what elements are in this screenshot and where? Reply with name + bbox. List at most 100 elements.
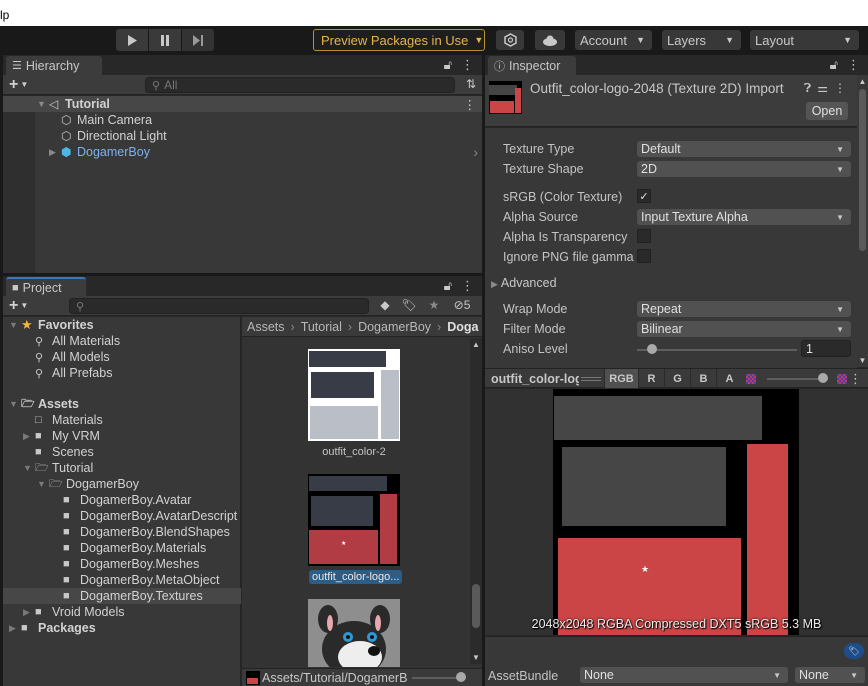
folder-dogamerboy-avatar[interactable]: ■ DogamerBoy.Avatar: [63, 492, 191, 508]
inspector-scrollbar[interactable]: ▲ ▼: [857, 75, 868, 367]
channel-a-button[interactable]: A: [716, 369, 742, 388]
create-button[interactable]: + ▼: [9, 76, 28, 94]
channel-g-button[interactable]: G: [664, 369, 690, 388]
layers-dropdown[interactable]: Layers ▼: [662, 30, 741, 50]
collapsed-triangle-icon[interactable]: ▶: [23, 607, 35, 618]
step-button[interactable]: [182, 29, 214, 51]
drag-handle-icon[interactable]: [581, 377, 601, 381]
expanded-triangle-icon[interactable]: ▼: [37, 99, 49, 109]
project-search[interactable]: ⚲: [69, 298, 369, 314]
channel-r-button[interactable]: R: [638, 369, 664, 388]
hidden-packages-button[interactable]: ⊘5: [447, 298, 477, 312]
expanded-triangle-icon[interactable]: ▼: [9, 320, 21, 330]
alpha-is-transparency-checkbox[interactable]: [637, 229, 651, 243]
mip-level-slider-knob[interactable]: [818, 373, 828, 383]
folder-materials[interactable]: □ Materials: [35, 412, 103, 428]
texture-type-dropdown[interactable]: Default ▼: [637, 141, 851, 157]
mip-level-slider[interactable]: [767, 378, 823, 380]
folder-dogamerboy-metaobject[interactable]: ■ DogamerBoy.MetaObject: [63, 572, 219, 588]
play-button[interactable]: [116, 29, 148, 51]
asset-labels-button[interactable]: 🏷︎: [844, 643, 864, 659]
folder-vroid-models[interactable]: ▶ ■ Vroid Models: [23, 604, 125, 620]
tab-project[interactable]: ■ Project: [6, 277, 86, 296]
hierarchy-item-directional-light[interactable]: ⬡ Directional Light: [61, 128, 167, 144]
folder-dogamerboy-avatardescript[interactable]: ■ DogamerBoy.AvatarDescript: [63, 508, 237, 524]
open-prefab-chevron-icon[interactable]: ›: [473, 144, 478, 160]
expanded-triangle-icon[interactable]: ▼: [37, 479, 49, 489]
tab-hierarchy[interactable]: ☰ Hierarchy: [6, 56, 102, 75]
hierarchy-search-input[interactable]: [164, 78, 454, 92]
tab-inspector[interactable]: ⓘ Inspector: [488, 56, 576, 75]
scroll-down-icon[interactable]: ▼: [470, 653, 482, 662]
asset-grid-scrollbar[interactable]: ▲ ▼: [470, 338, 482, 664]
scrollbar-thumb[interactable]: [859, 89, 866, 251]
asset-thumbnail-dog-face[interactable]: [308, 599, 400, 667]
wrap-mode-dropdown[interactable]: Repeat ▼: [637, 301, 851, 317]
expanded-triangle-icon[interactable]: ▼: [9, 399, 21, 409]
assetbundle-variant-dropdown[interactable]: None ▼: [795, 667, 865, 683]
expanded-triangle-icon[interactable]: ▼: [23, 463, 35, 473]
preset-sliders-icon[interactable]: ⚌: [817, 81, 828, 96]
folder-my-vrm[interactable]: ▶ ■ My VRM: [23, 428, 100, 444]
kebab-menu-icon[interactable]: ⋮: [461, 57, 474, 73]
preview-packages-button[interactable]: Preview Packages in Use ▼: [313, 29, 485, 51]
sort-button[interactable]: ⇅: [466, 77, 476, 91]
icon-size-slider-knob[interactable]: [456, 672, 466, 682]
lock-icon[interactable]: 🔓︎: [830, 57, 838, 73]
account-dropdown[interactable]: Account ▼: [575, 30, 652, 50]
scene-menu-icon[interactable]: ⋮: [464, 96, 477, 112]
scrollbar-thumb[interactable]: [472, 584, 480, 628]
open-button[interactable]: Open: [806, 102, 848, 120]
scroll-up-icon[interactable]: ▲: [470, 340, 482, 349]
filter-mode-dropdown[interactable]: Bilinear ▼: [637, 321, 851, 337]
folder-dogamerboy-meshes[interactable]: ■ DogamerBoy.Meshes: [63, 556, 199, 572]
cloud-button[interactable]: [535, 30, 565, 50]
pause-button[interactable]: [149, 29, 181, 51]
advanced-foldout[interactable]: ▶ Advanced: [491, 276, 557, 290]
breadcrumb-item[interactable]: DogamerBoy: [358, 320, 431, 334]
collapsed-triangle-icon[interactable]: ▶: [49, 147, 61, 158]
create-asset-button[interactable]: + ▼: [9, 297, 28, 315]
kebab-menu-icon[interactable]: ⋮: [847, 57, 860, 73]
asset-label[interactable]: outfit_color-2: [298, 446, 410, 458]
assetbundle-name-dropdown[interactable]: None ▼: [580, 667, 788, 683]
ignore-png-gamma-checkbox[interactable]: [637, 249, 651, 263]
favorite-item[interactable]: ⚲ All Models: [35, 349, 110, 365]
favorites-header[interactable]: ▼ ★ Favorites: [9, 317, 94, 333]
packages-root[interactable]: ▶ ■ Packages: [9, 620, 96, 636]
scene-tutorial[interactable]: ▼ ◁ Tutorial: [37, 96, 110, 112]
menu-help[interactable]: lp: [0, 8, 9, 22]
collapsed-triangle-icon[interactable]: ▶: [9, 623, 21, 634]
favorite-item[interactable]: ⚲ All Prefabs: [35, 365, 112, 381]
project-search-input[interactable]: [88, 299, 368, 313]
hierarchy-search[interactable]: ⚲: [145, 77, 455, 93]
favorite-item[interactable]: ⚲ All Materials: [35, 333, 120, 349]
asset-label-selected[interactable]: outfit_color-logo...: [309, 570, 403, 584]
aniso-level-slider-knob[interactable]: [646, 344, 657, 354]
hierarchy-item-dogamerboy[interactable]: ▶ ⬢ DogamerBoy: [49, 144, 150, 160]
asset-thumbnail-outfit-color-2[interactable]: [308, 349, 400, 441]
breadcrumb-item[interactable]: Tutorial: [301, 320, 342, 334]
kebab-menu-icon[interactable]: ⋮: [834, 81, 846, 96]
collab-button[interactable]: [496, 30, 524, 50]
hierarchy-item-main-camera[interactable]: ⬡ Main Camera: [61, 112, 152, 128]
aniso-level-slider[interactable]: [637, 349, 797, 351]
channel-b-button[interactable]: B: [690, 369, 716, 388]
filter-by-type-icon[interactable]: ◆: [373, 298, 397, 312]
channel-rgb-button[interactable]: RGB: [604, 369, 638, 388]
srgb-checkbox[interactable]: ✓: [637, 189, 651, 203]
filter-by-label-icon[interactable]: 🏷︎: [397, 298, 421, 312]
aniso-level-input[interactable]: 1: [801, 340, 851, 357]
scroll-up-icon[interactable]: ▲: [857, 77, 868, 86]
assets-root[interactable]: ▼ 🗁︎ Assets: [9, 396, 79, 412]
folder-dogamerboy-textures[interactable]: ■ DogamerBoy.Textures: [63, 588, 203, 604]
folder-dogamerboy-blendshapes[interactable]: ■ DogamerBoy.BlendShapes: [63, 524, 230, 540]
favorite-star-icon[interactable]: ★: [421, 298, 447, 312]
alpha-source-dropdown[interactable]: Input Texture Alpha ▼: [637, 209, 851, 225]
scroll-down-icon[interactable]: ▼: [857, 356, 868, 365]
kebab-menu-icon[interactable]: ⋮: [849, 371, 862, 387]
breadcrumb-item[interactable]: Assets: [247, 320, 285, 334]
folder-dogamerboy[interactable]: ▼ 🗁︎ DogamerBoy: [37, 476, 139, 492]
folder-dogamerboy-materials[interactable]: ■ DogamerBoy.Materials: [63, 540, 206, 556]
layout-dropdown[interactable]: Layout ▼: [750, 30, 859, 50]
